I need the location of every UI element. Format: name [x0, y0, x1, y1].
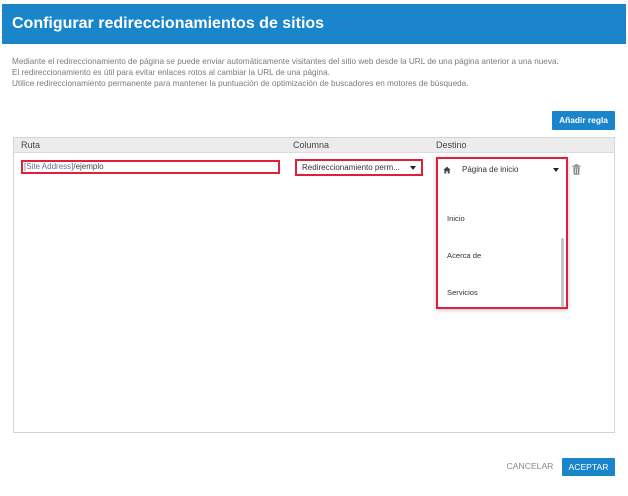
dialog-title: Configurar redireccionamientos de sitios	[12, 15, 325, 32]
chevron-down-icon	[410, 166, 416, 170]
destination-select[interactable]: Página de inicio	[438, 159, 566, 181]
cancel-button[interactable]: CANCELAR	[502, 458, 558, 474]
accept-button[interactable]: ACEPTAR	[562, 458, 615, 476]
table-header: Ruta Columna Destino	[14, 138, 614, 153]
destination-option-servicios[interactable]: Servicios	[447, 288, 478, 297]
header-destination: Destino	[436, 140, 467, 150]
description-line: El redireccionamiento es útil para evita…	[12, 68, 330, 77]
redirect-type-select[interactable]: Redireccionamiento perm...	[295, 159, 423, 176]
description-line: Utilice redireccionamiento permanente pa…	[12, 79, 469, 88]
destination-dropdown[interactable]: Página de inicio Inicio Acerca de Servic…	[436, 157, 568, 309]
destination-option-acerca-de[interactable]: Acerca de	[447, 251, 481, 260]
header-route: Ruta	[21, 140, 41, 150]
dialog-titlebar: Configurar redireccionamientos de sitios	[2, 4, 626, 44]
dialog-description: Mediante el redireccionamiento de página…	[12, 56, 618, 89]
chevron-down-icon	[553, 168, 559, 172]
redirect-dialog: Configurar redireccionamientos de sitios…	[0, 0, 628, 496]
destination-option-inicio[interactable]: Inicio	[447, 214, 465, 223]
home-icon	[443, 166, 451, 174]
redirect-type-value: Redireccionamiento perm...	[302, 163, 400, 172]
trash-icon[interactable]	[572, 164, 581, 175]
destination-value: Página de inicio	[462, 165, 519, 174]
redirect-table: Ruta Columna Destino [Site Address]/ejem…	[13, 137, 615, 433]
path-value: /ejemplo	[73, 162, 104, 171]
description-line: Mediante el redireccionamiento de página…	[12, 57, 559, 66]
header-column: Columna	[293, 140, 330, 150]
add-rule-button[interactable]: Añadir regla	[552, 111, 615, 130]
path-input[interactable]: [Site Address]/ejemplo	[21, 160, 280, 174]
site-address-tag: [Site Address]	[24, 162, 74, 171]
dropdown-scrollbar[interactable]	[561, 238, 564, 307]
